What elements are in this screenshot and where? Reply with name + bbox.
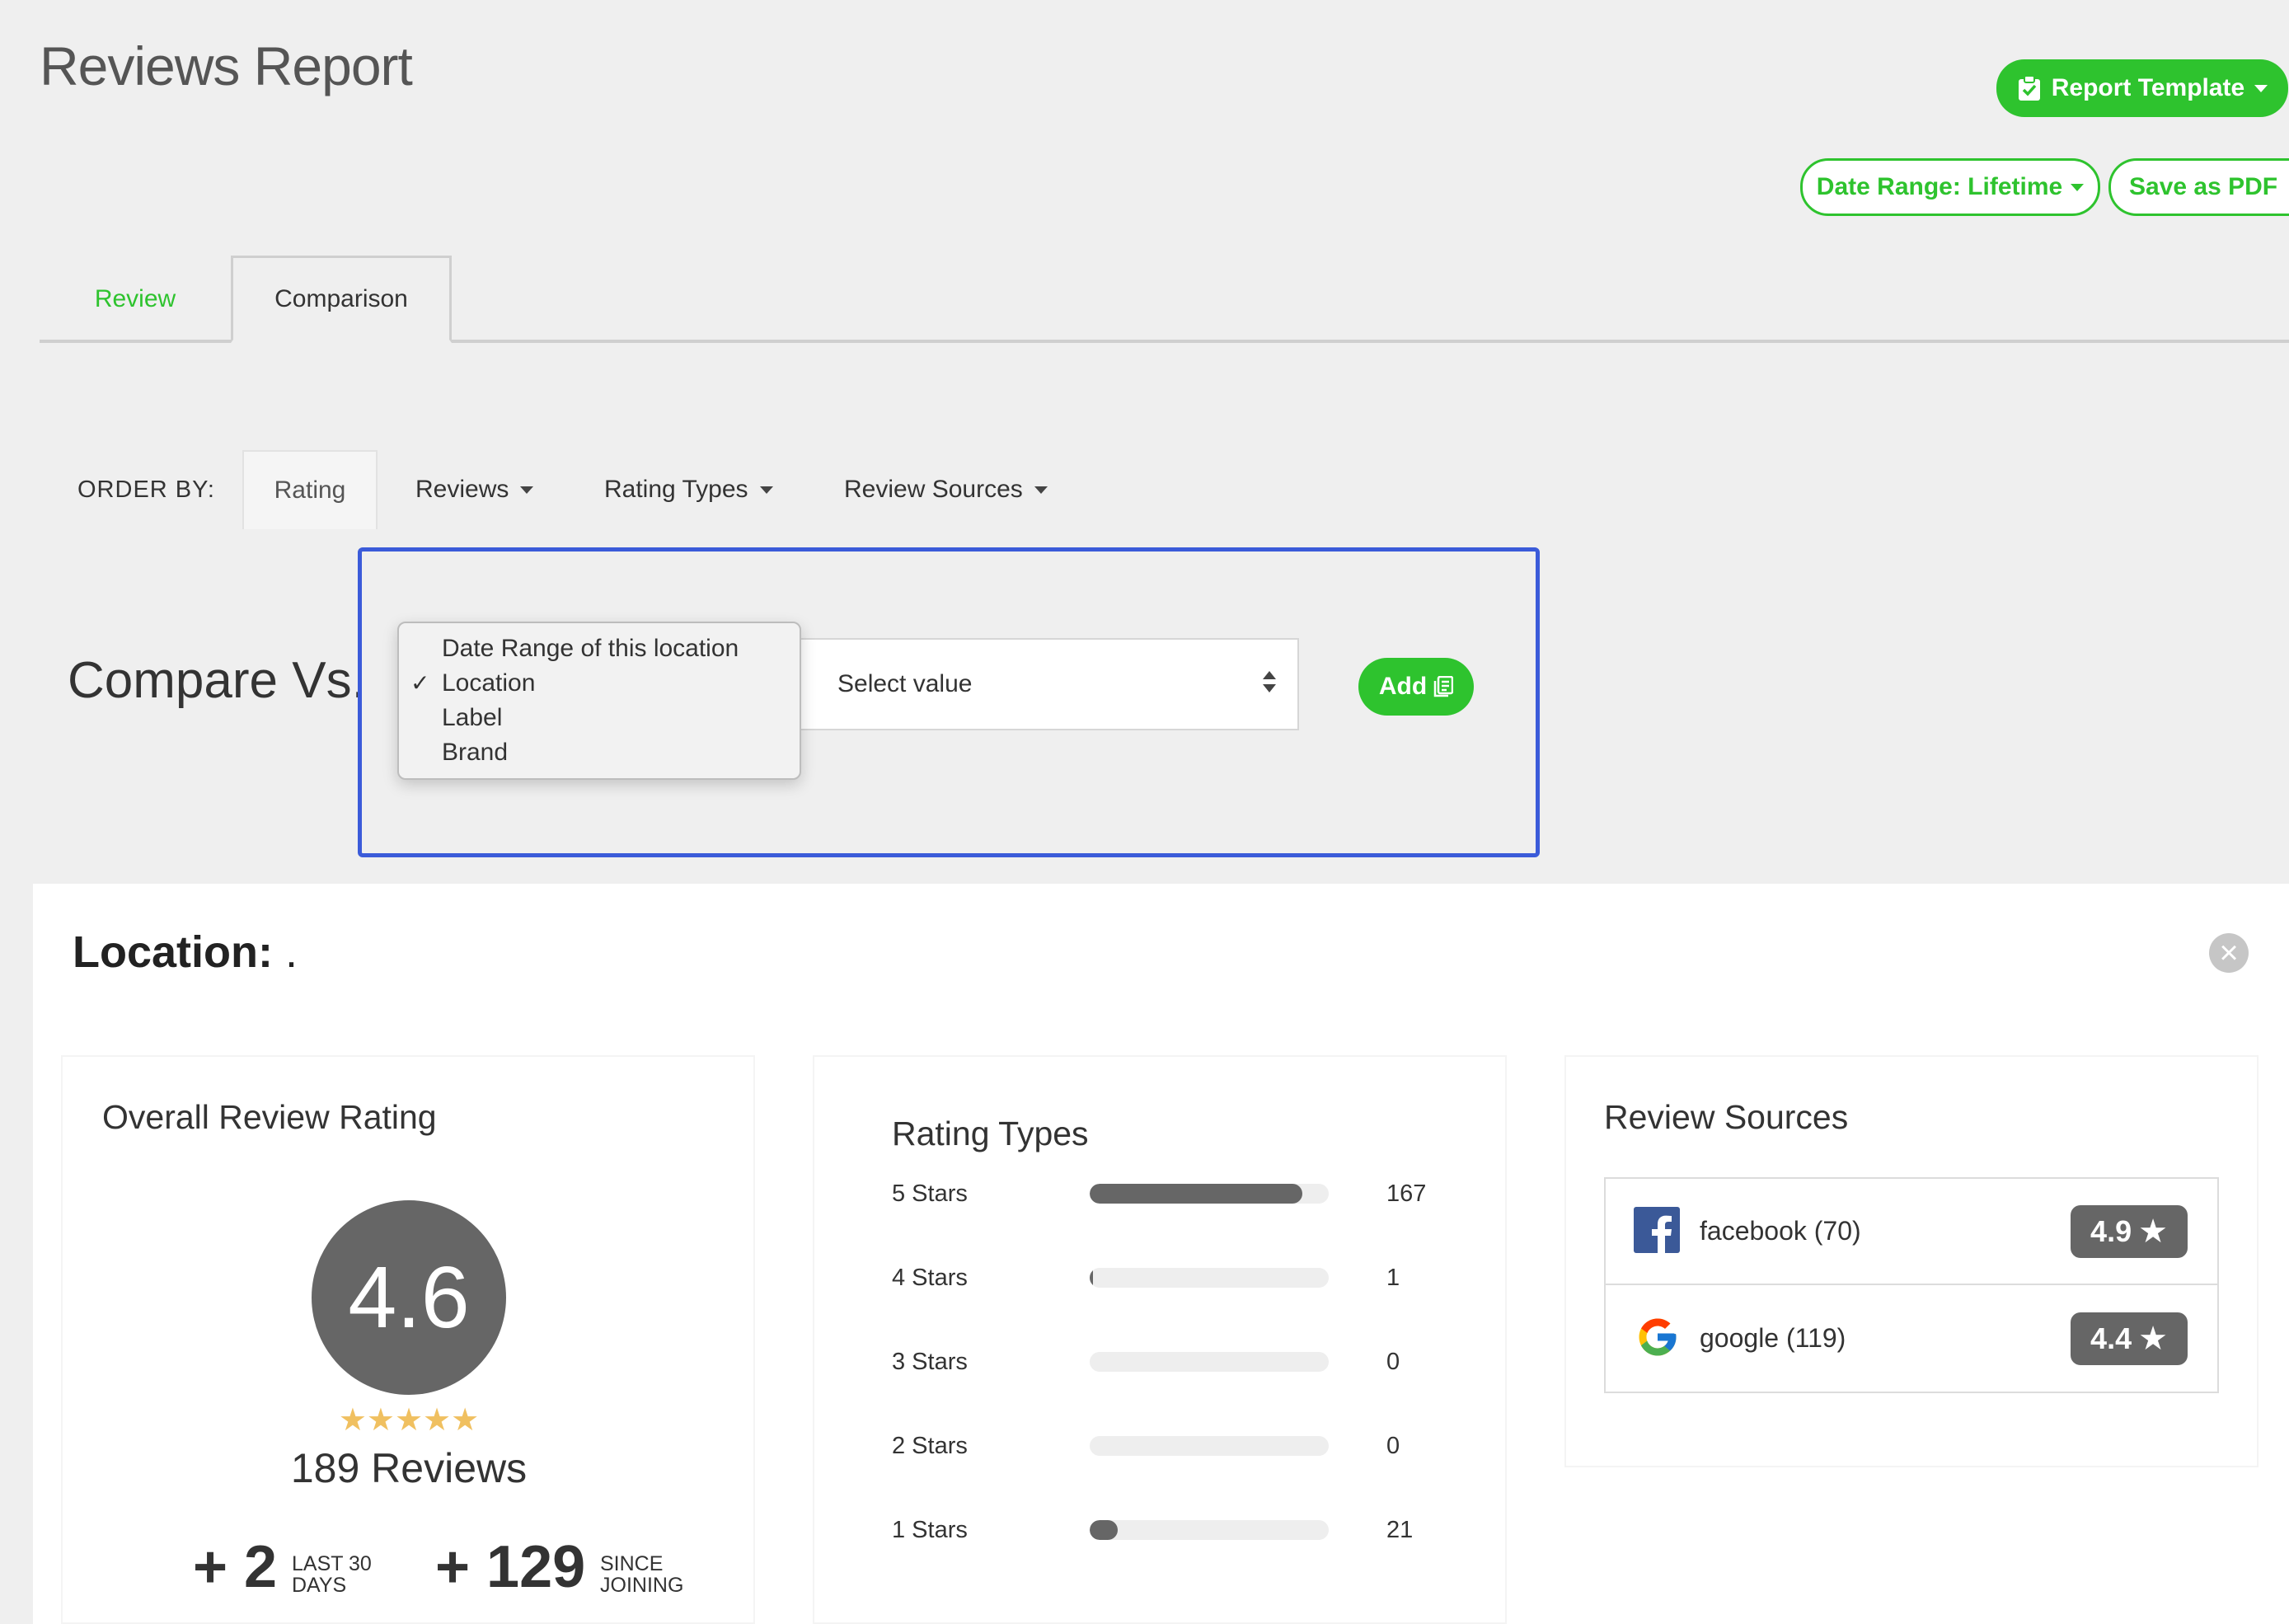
location-title: Location: .: [73, 927, 298, 978]
menu-item-label: Location: [442, 669, 536, 697]
source-rating-badge: 4.4 ★: [2071, 1312, 2188, 1365]
tab-review[interactable]: Review: [40, 257, 231, 341]
rating-type-bar-track: [1090, 1520, 1329, 1540]
overall-rating-value: 4.6: [348, 1248, 470, 1346]
stat-last-30-value: + 2: [193, 1534, 278, 1600]
rating-types-title: Rating Types: [892, 1115, 1089, 1152]
chevron-down-icon: [759, 486, 773, 494]
menu-item-brand[interactable]: Brand: [399, 735, 800, 770]
order-rating-label: Rating: [274, 476, 346, 504]
chevron-down-icon: [2071, 183, 2085, 191]
date-range-label: Date Range: Lifetime: [1816, 173, 2063, 200]
add-label: Add: [1378, 673, 1428, 700]
rating-type-count: 167: [1386, 1180, 1427, 1207]
source-rating-badge: 4.9 ★: [2071, 1204, 2188, 1258]
chevron-down-icon: [2254, 84, 2268, 92]
close-location-button[interactable]: ×: [2209, 933, 2249, 973]
menu-item-label: Brand: [442, 739, 509, 766]
rating-type-bar-fill: [1090, 1520, 1118, 1540]
star-icon: ★: [2138, 1213, 2168, 1250]
order-by-label: ORDER BY:: [77, 476, 215, 503]
rating-type-bar-track: [1090, 1184, 1329, 1204]
stat-since-joining-line2: JOINING: [600, 1574, 684, 1597]
menu-item-label: Date Range of this location: [442, 635, 739, 662]
save-pdf-button[interactable]: Save as PDF: [2108, 158, 2289, 216]
stat-since-joining-label: SINCE JOINING: [600, 1553, 683, 1596]
page-title: Reviews Report: [40, 35, 413, 96]
order-rating-types-label: Rating Types: [604, 476, 748, 503]
tab-comparison[interactable]: Comparison: [231, 256, 452, 343]
stat-since-joining-line1: SINCE: [600, 1552, 664, 1575]
rating-type-label: 3 Stars: [892, 1349, 968, 1375]
order-reviews-dropdown[interactable]: Reviews: [415, 450, 534, 529]
stat-since-joining-value: + 129: [435, 1534, 586, 1600]
menu-item-date-range[interactable]: Date Range of this location: [399, 631, 800, 666]
facebook-icon: [1634, 1207, 1680, 1253]
location-title-label: Location:: [73, 927, 273, 977]
location-value: .: [285, 927, 298, 977]
rating-stars-icon: ★★★★★: [338, 1403, 480, 1438]
rating-type-count: 0: [1386, 1349, 1400, 1375]
rating-type-count: 0: [1386, 1433, 1400, 1459]
source-rating-value: 4.4: [2090, 1321, 2132, 1355]
rating-type-bar-track: [1090, 1352, 1329, 1372]
order-review-sources-dropdown[interactable]: Review Sources: [844, 450, 1048, 529]
rating-type-bar-track: [1090, 1436, 1329, 1456]
list-item-source[interactable]: facebook (70) 4.9 ★: [1606, 1179, 2217, 1285]
rating-type-count: 1: [1386, 1265, 1400, 1291]
rating-type-label: 1 Stars: [892, 1517, 968, 1543]
menu-item-label-option[interactable]: Label: [399, 701, 800, 735]
list-item-source[interactable]: google (119) 4.4 ★: [1606, 1285, 2217, 1392]
review-sources-title: Review Sources: [1604, 1098, 1849, 1136]
select-value-dropdown[interactable]: Select value: [800, 638, 1299, 730]
stat-last-30-line2: DAYS: [292, 1574, 347, 1597]
source-name: facebook (70): [1700, 1216, 1861, 1246]
select-value-placeholder: Select value: [837, 670, 973, 697]
order-reviews-label: Reviews: [415, 476, 509, 503]
compare-type-menu[interactable]: Date Range of this location ✓ Location L…: [397, 622, 801, 780]
rating-type-count: 21: [1386, 1517, 1414, 1543]
rating-type-label: 2 Stars: [892, 1433, 968, 1459]
clipboard-check-icon: [2018, 75, 2040, 101]
save-pdf-label: Save as PDF: [2129, 173, 2278, 200]
overall-rating-title: Overall Review Rating: [102, 1098, 437, 1136]
order-rating-types-dropdown[interactable]: Rating Types: [604, 450, 773, 529]
order-rating-tab[interactable]: Rating: [242, 450, 378, 529]
menu-item-location[interactable]: ✓ Location: [399, 666, 800, 701]
stat-last-30-label: LAST 30 DAYS: [292, 1553, 372, 1596]
menu-item-label: Label: [442, 704, 503, 731]
add-button[interactable]: Add: [1358, 658, 1474, 716]
chevron-down-icon: [520, 486, 534, 494]
close-icon: ×: [2219, 935, 2239, 971]
stat-last-30-line1: LAST 30: [292, 1552, 372, 1575]
date-range-button[interactable]: Date Range: Lifetime: [1800, 158, 2100, 216]
rating-type-bar-fill: [1090, 1184, 1303, 1204]
report-template-label: Report Template: [2051, 74, 2245, 101]
overall-rating-circle: 4.6: [312, 1200, 506, 1395]
google-icon: [1639, 1318, 1677, 1356]
rating-type-label: 5 Stars: [892, 1180, 968, 1207]
report-template-button[interactable]: Report Template: [1996, 59, 2288, 117]
order-review-sources-label: Review Sources: [844, 476, 1023, 503]
rating-type-label: 4 Stars: [892, 1265, 968, 1291]
rating-type-bar-track: [1090, 1268, 1329, 1288]
star-icon: ★: [2138, 1320, 2168, 1357]
source-rating-value: 4.9: [2090, 1213, 2132, 1248]
review-sources-list: facebook (70) 4.9 ★ google (119) 4.4 ★: [1604, 1177, 2219, 1393]
reviews-count: 189 Reviews: [290, 1445, 528, 1491]
checkmark-icon: ✓: [410, 670, 430, 696]
select-arrows-icon: [1263, 671, 1276, 692]
chevron-down-icon: [1034, 486, 1048, 494]
compare-vs-label: Compare Vs.: [68, 652, 366, 709]
source-name: google (119): [1700, 1323, 1846, 1353]
add-list-icon: [1433, 676, 1454, 697]
